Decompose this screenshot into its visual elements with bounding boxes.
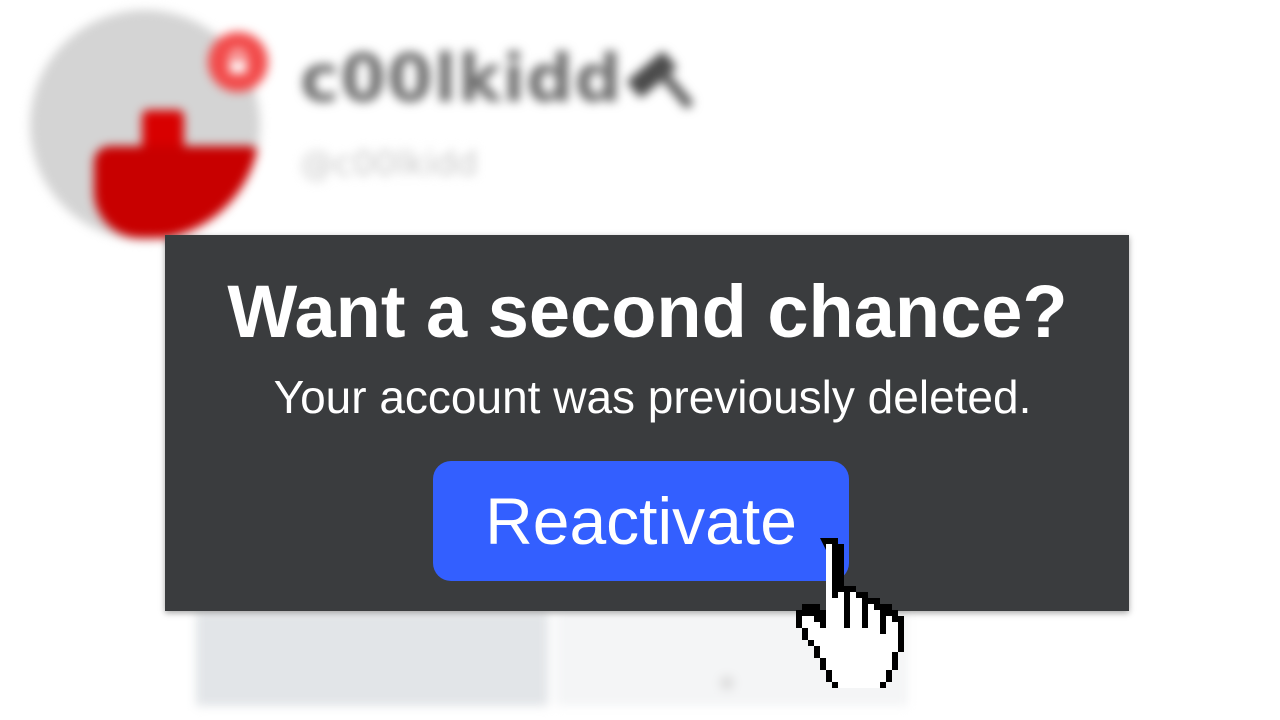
- dialog-title: Want a second chance?: [227, 270, 1068, 353]
- screen: c00lkidd @c00lkidd Want a second chance?…: [0, 0, 1280, 720]
- profile-username: @c00lkidd: [300, 144, 478, 184]
- avatar-character: [94, 110, 260, 238]
- indicator-dot: [720, 676, 734, 690]
- profile-display-name: c00lkidd: [300, 40, 623, 117]
- content-card: [196, 612, 548, 706]
- lock-icon: [208, 32, 268, 92]
- reactivate-button[interactable]: Reactivate: [433, 461, 849, 581]
- hand-pointer-icon: [796, 538, 904, 688]
- hammer-icon: [627, 51, 693, 109]
- dialog-message: Your account was previously deleted.: [273, 371, 1032, 423]
